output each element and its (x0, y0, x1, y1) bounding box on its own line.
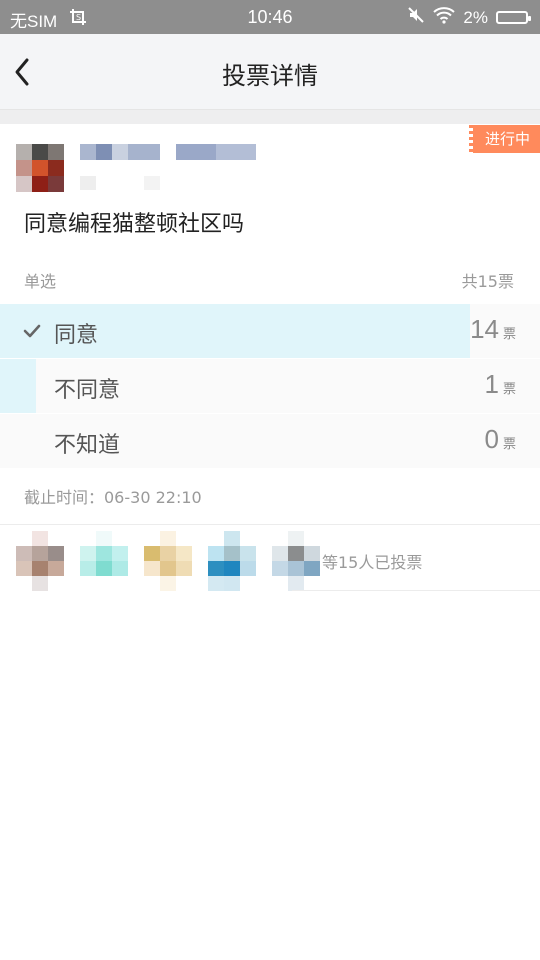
voter-avatar[interactable] (80, 531, 128, 591)
poll-option-agree[interactable]: 同意 14 票 (0, 304, 540, 358)
voters-row[interactable]: 等15人已投票 (0, 525, 540, 591)
author-name-blurred (80, 144, 256, 160)
author-meta-blurred (80, 176, 160, 190)
option-unit: 票 (502, 327, 516, 342)
nav-bar: 投票详情 (0, 34, 540, 110)
voters-count-label: 等15人已投票 (322, 553, 423, 572)
status-right: 2% (407, 6, 531, 29)
voter-avatar[interactable] (208, 531, 256, 591)
status-badge: 进行中 (468, 125, 540, 153)
voter-avatar[interactable] (272, 531, 320, 591)
voter-avatar-list (16, 531, 320, 591)
page-title: 投票详情 (222, 62, 318, 90)
option-count: 14 (470, 314, 499, 344)
section-gap (0, 110, 540, 124)
poll-question: 同意编程猫整顿社区吗 (24, 212, 245, 237)
poll-deadline: 截止时间：06-30 22:10 (24, 488, 202, 507)
divider (292, 590, 540, 591)
voter-avatar[interactable] (144, 531, 192, 591)
option-count-wrap: 1票 (485, 369, 516, 400)
option-count: 1 (484, 369, 499, 399)
mute-icon (407, 6, 425, 29)
poll-option-unknown[interactable]: 不知道 0票 (0, 414, 540, 468)
battery-percent: 2% (463, 7, 488, 27)
poll-option-disagree[interactable]: 不同意 1票 (0, 359, 540, 413)
option-unit: 票 (502, 382, 516, 397)
option-unit: 票 (502, 437, 516, 452)
voter-avatar[interactable] (16, 531, 64, 591)
poll-total-label: 共15票 (461, 272, 514, 291)
option-label: 同意 (54, 323, 99, 348)
poll-card: 进行中 同意编程猫整顿社区吗 单选 共15票 同意 14 票 不同意 1票 不知道 (0, 124, 540, 524)
poll-type-label: 单选 (24, 272, 57, 291)
option-bar-fill (0, 359, 36, 413)
option-count: 0 (484, 424, 499, 454)
status-bar: 无SIM S 10:46 2% (0, 0, 540, 34)
option-label: 不同意 (54, 378, 121, 403)
option-count-wrap: 0票 (485, 424, 516, 455)
author-avatar[interactable] (16, 144, 64, 192)
option-label: 不知道 (54, 433, 121, 458)
battery-icon (496, 11, 531, 24)
option-count-wrap: 14 票 (470, 314, 516, 345)
wifi-icon (433, 6, 456, 29)
check-icon (23, 324, 41, 338)
